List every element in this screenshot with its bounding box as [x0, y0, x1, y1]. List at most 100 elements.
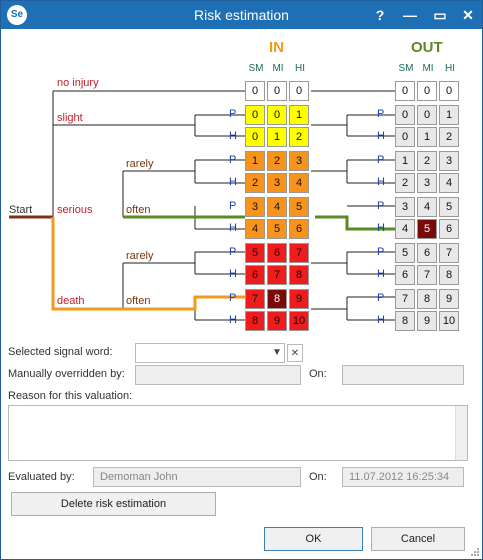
in-ph-label: H — [229, 176, 237, 188]
in-matrix-cell[interactable]: 0 — [245, 81, 265, 101]
in-ph-label: P — [229, 154, 237, 166]
out-matrix-cell[interactable]: 7 — [417, 265, 437, 285]
in-matrix-cell[interactable]: 0 — [289, 81, 309, 101]
out-matrix-cell[interactable]: 2 — [417, 151, 437, 171]
in-matrix-cell[interactable]: 6 — [289, 219, 309, 239]
out-matrix-cell[interactable]: 3 — [395, 197, 415, 217]
in-matrix-cell[interactable]: 8 — [245, 311, 265, 331]
in-matrix-cell[interactable]: 8 — [267, 289, 287, 309]
out-matrix-cell[interactable]: 2 — [439, 127, 459, 147]
out-matrix-cell[interactable]: 10 — [439, 311, 459, 331]
in-matrix-cell[interactable]: 1 — [267, 127, 287, 147]
frequency-death-often: often — [126, 295, 151, 307]
out-matrix-cell[interactable]: 9 — [439, 289, 459, 309]
severity-serious: serious — [57, 204, 93, 216]
in-matrix-cell[interactable]: 7 — [289, 243, 309, 263]
out-ph-label: P — [377, 246, 385, 258]
out-matrix-cell[interactable]: 8 — [417, 289, 437, 309]
in-matrix-cell[interactable]: 7 — [245, 289, 265, 309]
out-matrix-cell[interactable]: 0 — [439, 81, 459, 101]
out-matrix-cell[interactable]: 0 — [395, 81, 415, 101]
out-matrix-cell[interactable]: 6 — [439, 219, 459, 239]
in-matrix-cell[interactable]: 0 — [267, 81, 287, 101]
in-matrix-cell[interactable]: 3 — [245, 197, 265, 217]
in-matrix-cell[interactable]: 1 — [245, 151, 265, 171]
in-matrix-cell[interactable]: 2 — [289, 127, 309, 147]
in-matrix-cell[interactable]: 5 — [289, 197, 309, 217]
out-matrix-cell[interactable]: 3 — [417, 173, 437, 193]
out-ph-label: H — [377, 176, 385, 188]
in-matrix-cell[interactable]: 0 — [245, 105, 265, 125]
out-matrix-cell[interactable]: 4 — [439, 173, 459, 193]
resize-grip-icon[interactable] — [470, 547, 480, 557]
signal-word-select[interactable] — [135, 343, 285, 363]
frequency-serious-rarely: rarely — [126, 158, 154, 170]
in-matrix-cell[interactable]: 2 — [267, 151, 287, 171]
in-matrix-cell[interactable]: 5 — [245, 243, 265, 263]
in-ph-label: H — [229, 314, 237, 326]
overridden-field — [135, 365, 301, 385]
in-matrix-cell[interactable]: 0 — [245, 127, 265, 147]
out-ph-label: H — [377, 130, 385, 142]
out-matrix-cell[interactable]: 6 — [395, 265, 415, 285]
out-matrix-cell[interactable]: 7 — [439, 243, 459, 263]
out-matrix-cell[interactable]: 0 — [395, 127, 415, 147]
in-matrix-cell[interactable]: 3 — [267, 173, 287, 193]
in-matrix-cell[interactable]: 9 — [289, 289, 309, 309]
in-matrix-cell[interactable]: 8 — [289, 265, 309, 285]
in-matrix-cell[interactable]: 2 — [245, 173, 265, 193]
out-ph-label: P — [377, 108, 385, 120]
out-ph-label: P — [377, 200, 385, 212]
in-matrix-cell[interactable]: 4 — [267, 197, 287, 217]
out-matrix-cell[interactable]: 5 — [395, 243, 415, 263]
in-matrix-cell[interactable]: 5 — [267, 219, 287, 239]
severity-slight: slight — [57, 112, 83, 124]
in-matrix-cell[interactable]: 3 — [289, 151, 309, 171]
in-matrix-cell[interactable]: 6 — [245, 265, 265, 285]
in-matrix-cell[interactable]: 0 — [267, 105, 287, 125]
out-matrix-cell[interactable]: 5 — [439, 197, 459, 217]
out-matrix-cell[interactable]: 8 — [439, 265, 459, 285]
in-matrix-cell[interactable]: 4 — [245, 219, 265, 239]
out-matrix-cell[interactable]: 5 — [417, 219, 437, 239]
clear-icon[interactable]: ✕ — [287, 344, 303, 362]
out-matrix-cell[interactable]: 1 — [395, 151, 415, 171]
severity-no-injury: no injury — [57, 77, 99, 89]
chevron-down-icon[interactable]: ▼ — [269, 344, 285, 362]
in-matrix-cell[interactable]: 10 — [289, 311, 309, 331]
out-matrix-cell[interactable]: 6 — [417, 243, 437, 263]
frequency-death-rarely: rarely — [126, 250, 154, 262]
in-matrix-cell[interactable]: 1 — [289, 105, 309, 125]
out-matrix-cell[interactable]: 7 — [395, 289, 415, 309]
out-matrix-cell[interactable]: 0 — [417, 81, 437, 101]
in-matrix-cell[interactable]: 6 — [267, 243, 287, 263]
delete-risk-estimation-button[interactable]: Delete risk estimation — [11, 492, 216, 516]
reason-textarea[interactable] — [8, 405, 468, 461]
overridden-on-field — [342, 365, 464, 385]
out-matrix-cell[interactable]: 1 — [417, 127, 437, 147]
out-matrix-cell[interactable]: 4 — [395, 219, 415, 239]
start-label: Start — [9, 204, 33, 216]
in-ph-label: P — [229, 246, 237, 258]
out-matrix-cell[interactable]: 3 — [439, 151, 459, 171]
ok-button[interactable]: OK — [264, 527, 363, 551]
evaluated-label: Evaluated by: — [8, 471, 75, 483]
in-matrix-cell[interactable]: 9 — [267, 311, 287, 331]
cancel-button[interactable]: Cancel — [371, 527, 465, 551]
out-matrix-cell[interactable]: 1 — [439, 105, 459, 125]
in-ph-label: H — [229, 130, 237, 142]
in-matrix-cell[interactable]: 7 — [267, 265, 287, 285]
out-matrix-cell[interactable]: 0 — [417, 105, 437, 125]
reason-scrollbar[interactable] — [455, 406, 467, 460]
out-ph-label: H — [377, 222, 385, 234]
out-matrix-cell[interactable]: 0 — [395, 105, 415, 125]
out-matrix-cell[interactable]: 8 — [395, 311, 415, 331]
reason-label: Reason for this valuation: — [8, 390, 133, 402]
out-matrix-cell[interactable]: 9 — [417, 311, 437, 331]
out-ph-label: H — [377, 314, 385, 326]
in-ph-label: H — [229, 268, 237, 280]
out-matrix-cell[interactable]: 4 — [417, 197, 437, 217]
out-matrix-cell[interactable]: 2 — [395, 173, 415, 193]
in-matrix-cell[interactable]: 4 — [289, 173, 309, 193]
severity-death: death — [57, 295, 85, 307]
